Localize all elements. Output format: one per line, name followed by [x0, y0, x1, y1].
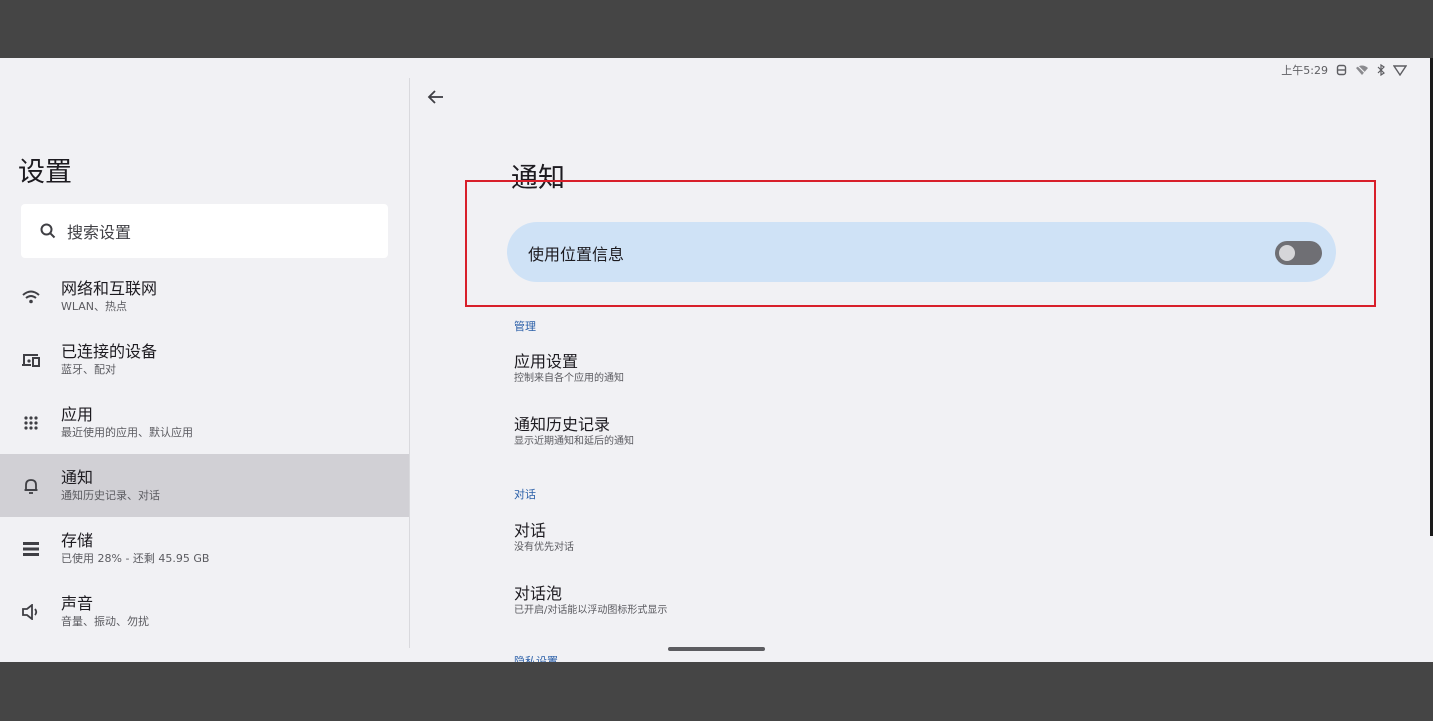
sidebar-item-subtitle: 蓝牙、配对 — [61, 363, 116, 376]
pref-subtitle: 没有优先对话 — [514, 542, 574, 553]
sidebar-item-sound[interactable]: 声音 音量、振动、勿扰 — [0, 580, 409, 643]
sidebar-item-apps[interactable]: 应用 最近使用的应用、默认应用 — [0, 391, 409, 454]
settings-sidebar: 设置 搜索设置 网络和互联网 WLAN、热点 已连接的设备 蓝牙、配对 应用 最… — [0, 58, 409, 662]
sidebar-item-subtitle: 最近使用的应用、默认应用 — [61, 426, 193, 439]
pref-title: 对话泡 — [514, 584, 563, 603]
search-input[interactable]: 搜索设置 — [21, 204, 388, 258]
highlight-box — [465, 180, 1376, 307]
volume-icon — [21, 602, 41, 622]
sidebar-item-storage[interactable]: 存储 已使用 28% - 还剩 45.95 GB — [0, 517, 409, 580]
sidebar-item-title: 应用 — [61, 405, 94, 424]
section-label-privacy: 隐私设置 — [514, 655, 558, 662]
sidebar-item-title: 通知 — [61, 468, 94, 487]
pref-conversations[interactable]: 对话 没有优先对话 — [514, 521, 574, 555]
section-label-conversations: 对话 — [514, 488, 536, 501]
section-label-manage: 管理 — [514, 320, 536, 333]
sidebar-nav: 网络和互联网 WLAN、热点 已连接的设备 蓝牙、配对 应用 最近使用的应用、默… — [0, 265, 409, 643]
storage-icon — [21, 539, 41, 559]
pref-bubbles[interactable]: 对话泡 已开启/对话能以浮动图标形式显示 — [514, 584, 667, 618]
sidebar-item-notifications[interactable]: 通知 通知历史记录、对话 — [0, 454, 409, 517]
home-indicator[interactable] — [668, 647, 765, 651]
pref-title: 通知历史记录 — [514, 415, 611, 434]
search-placeholder: 搜索设置 — [67, 223, 132, 242]
sidebar-item-subtitle: 已使用 28% - 还剩 45.95 GB — [61, 552, 210, 565]
sidebar-item-subtitle: 音量、振动、勿扰 — [61, 615, 149, 628]
signal-icon — [1393, 65, 1407, 76]
search-icon — [40, 223, 56, 239]
sidebar-item-subtitle: WLAN、热点 — [61, 300, 128, 313]
pref-notification-history[interactable]: 通知历史记录 显示近期通知和延后的通知 — [514, 415, 634, 449]
status-bar: 上午5:29 — [1281, 62, 1407, 78]
pref-app-settings[interactable]: 应用设置 控制来自各个应用的通知 — [514, 352, 624, 386]
sidebar-item-title: 已连接的设备 — [61, 342, 158, 361]
sidebar-item-title: 存储 — [61, 531, 94, 550]
apps-grid-icon — [21, 413, 41, 433]
sidebar-item-network[interactable]: 网络和互联网 WLAN、热点 — [0, 265, 409, 328]
sidebar-title: 设置 — [18, 157, 72, 188]
sidebar-item-title: 声音 — [61, 594, 94, 613]
sidebar-item-subtitle: 通知历史记录、对话 — [61, 489, 160, 502]
data-saver-icon — [1336, 64, 1347, 76]
bluetooth-icon — [1377, 64, 1385, 76]
bell-icon — [21, 476, 41, 496]
wifi-icon — [21, 287, 41, 307]
status-time: 上午5:29 — [1281, 64, 1328, 77]
settings-screen: 上午5:29 设置 搜索设置 网络和互联网 WLAN、热点 已连接的设备 蓝牙、… — [0, 58, 1433, 662]
sidebar-item-connected-devices[interactable]: 已连接的设备 蓝牙、配对 — [0, 328, 409, 391]
sidebar-item-title: 网络和互联网 — [61, 279, 158, 298]
pref-subtitle: 已开启/对话能以浮动图标形式显示 — [514, 605, 668, 616]
pref-subtitle: 显示近期通知和延后的通知 — [514, 436, 634, 447]
pane-divider — [409, 78, 410, 648]
pref-subtitle: 控制来自各个应用的通知 — [514, 373, 624, 384]
pref-title: 应用设置 — [514, 352, 579, 371]
back-arrow-icon[interactable] — [426, 87, 446, 107]
connected-devices-icon — [21, 350, 41, 370]
pref-title: 对话 — [514, 521, 547, 540]
wifi-off-status-icon — [1356, 64, 1368, 76]
